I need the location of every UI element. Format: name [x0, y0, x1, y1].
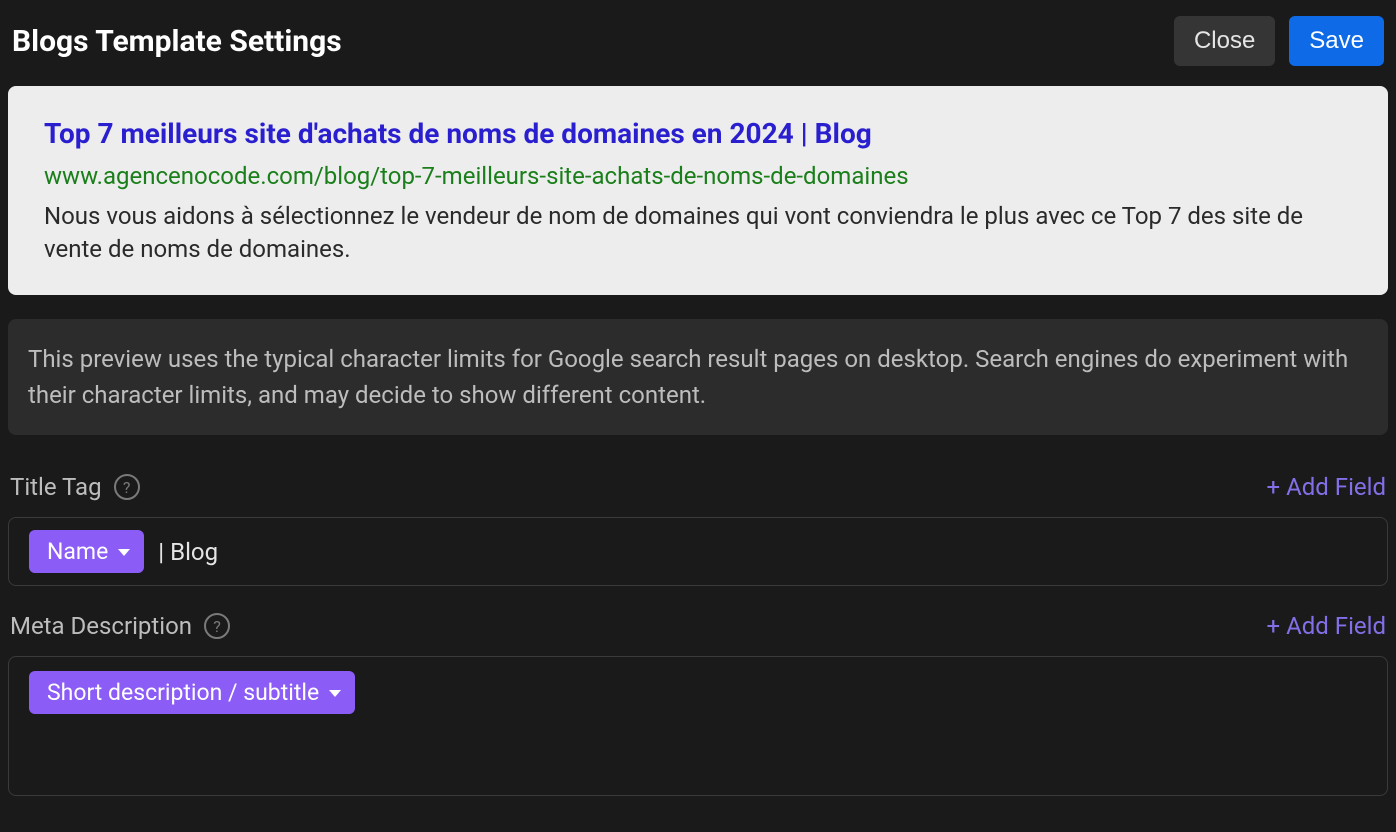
preview-url: www.agencenocode.com/blog/top-7-meilleur…: [44, 162, 1352, 190]
chevron-down-icon: [329, 690, 341, 697]
meta-description-label-wrap: Meta Description ?: [10, 612, 230, 640]
meta-description-section: Meta Description ? + Add Field Short des…: [8, 612, 1388, 796]
field-chip-name[interactable]: Name: [29, 530, 144, 573]
header-actions: Close Save: [1174, 16, 1384, 66]
preview-description: Nous vous aidons à sélectionnez le vende…: [44, 200, 1352, 265]
info-notice: This preview uses the typical character …: [8, 319, 1388, 435]
help-icon[interactable]: ?: [204, 613, 230, 639]
seo-preview-card: Top 7 meilleurs site d'achats de noms de…: [8, 86, 1388, 295]
title-tag-input[interactable]: Name | Blog: [8, 517, 1388, 586]
field-chip-short-description[interactable]: Short description / subtitle: [29, 671, 355, 714]
chevron-down-icon: [118, 549, 130, 556]
info-text: This preview uses the typical character …: [28, 341, 1368, 413]
add-field-button[interactable]: + Add Field: [1267, 473, 1386, 501]
meta-description-input[interactable]: Short description / subtitle: [8, 656, 1388, 796]
help-icon[interactable]: ?: [114, 474, 140, 500]
title-tag-label: Title Tag: [10, 473, 102, 501]
page-title: Blogs Template Settings: [12, 24, 342, 59]
title-tag-header: Title Tag ? + Add Field: [8, 473, 1388, 517]
preview-title: Top 7 meilleurs site d'achats de noms de…: [44, 116, 1352, 152]
chip-label: Short description / subtitle: [47, 679, 319, 706]
meta-description-header: Meta Description ? + Add Field: [8, 612, 1388, 656]
title-tag-section: Title Tag ? + Add Field Name | Blog: [8, 473, 1388, 586]
meta-description-label: Meta Description: [10, 612, 192, 640]
title-suffix-text: | Blog: [158, 538, 218, 566]
add-field-button[interactable]: + Add Field: [1267, 612, 1386, 640]
modal-header: Blogs Template Settings Close Save: [0, 0, 1396, 86]
save-button[interactable]: Save: [1289, 16, 1384, 66]
chip-label: Name: [47, 538, 108, 565]
title-tag-label-wrap: Title Tag ?: [10, 473, 140, 501]
content-area: Top 7 meilleurs site d'achats de noms de…: [0, 86, 1396, 796]
close-button[interactable]: Close: [1174, 16, 1275, 66]
